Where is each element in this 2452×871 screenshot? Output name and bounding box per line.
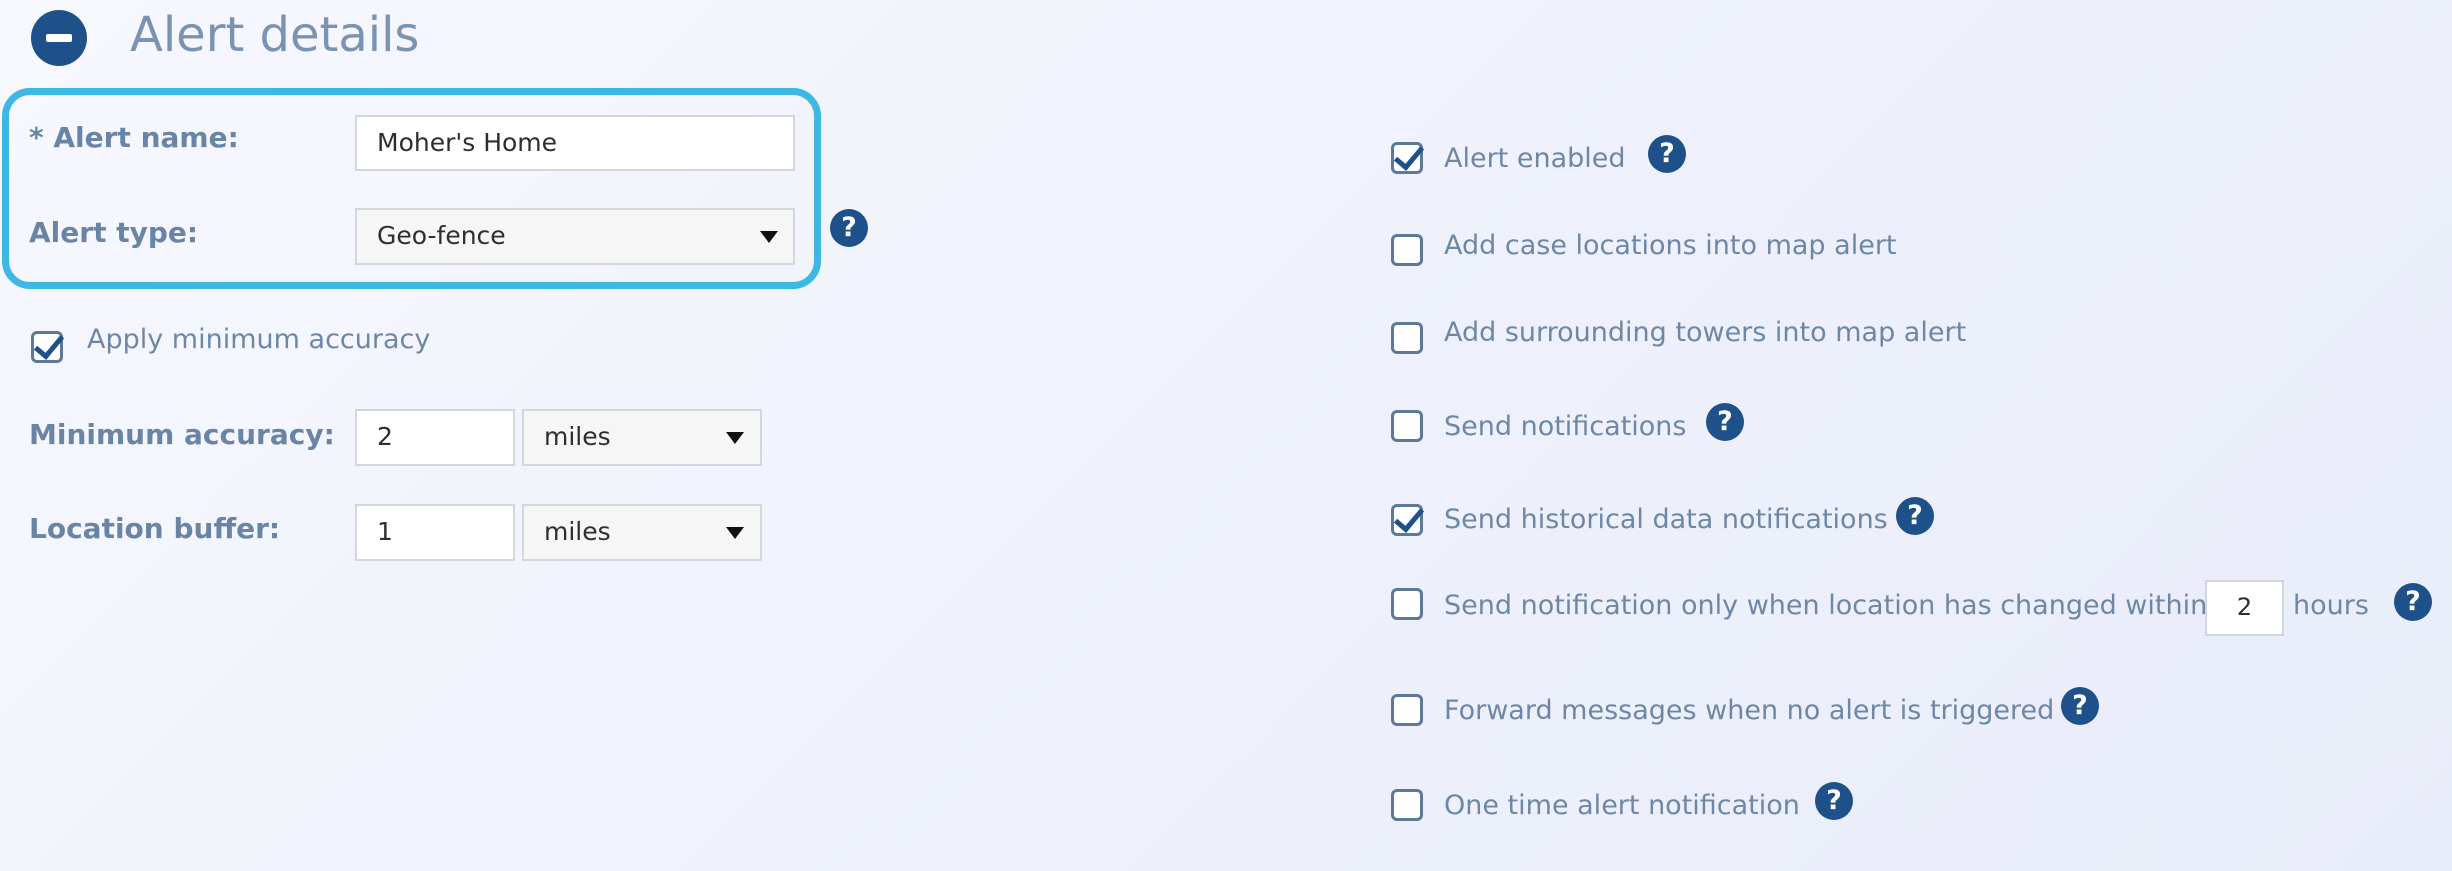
send-historical-notifications-label: Send historical data notifications [1444,504,1888,535]
forward-messages-label: Forward messages when no alert is trigge… [1444,695,2055,726]
location-buffer-unit-value: miles [544,517,611,546]
alert-enabled-checkbox[interactable] [1391,142,1423,174]
alert-name-label: * Alert name: [29,121,239,154]
min-accuracy-input[interactable]: 2 [355,409,515,466]
add-surrounding-towers-label: Add surrounding towers into map alert [1444,317,1967,348]
help-icon[interactable]: ? [2394,583,2432,621]
apply-min-accuracy-checkbox[interactable] [31,331,63,363]
location-changed-label: Send notification only when location has… [1444,590,2208,621]
apply-min-accuracy-label: Apply minimum accuracy [87,324,431,355]
min-accuracy-unit-value: miles [544,422,611,451]
send-historical-notifications-checkbox[interactable] [1391,504,1423,536]
chevron-down-icon [726,527,744,539]
alert-type-select[interactable]: Geo-fence [355,208,795,265]
alert-name-input[interactable]: Moher's Home [355,115,795,171]
send-notifications-label: Send notifications [1444,411,1687,442]
alert-enabled-label: Alert enabled [1444,143,1626,174]
location-changed-hours-input[interactable]: 2 [2205,580,2284,636]
forward-messages-checkbox[interactable] [1391,694,1423,726]
location-buffer-input[interactable]: 1 [355,504,515,561]
help-icon[interactable]: ? [1815,782,1853,820]
help-icon[interactable]: ? [1706,403,1744,441]
min-accuracy-unit-select[interactable]: miles [522,409,762,466]
help-icon[interactable]: ? [1648,135,1686,173]
location-buffer-label: Location buffer: [29,512,281,545]
help-icon[interactable]: ? [830,209,868,247]
location-buffer-unit-select[interactable]: miles [522,504,762,561]
add-case-locations-label: Add case locations into map alert [1444,230,1897,261]
min-accuracy-label: Minimum accuracy: [29,418,335,451]
chevron-down-icon [726,432,744,444]
page-title: Alert details [130,7,420,63]
hours-unit-label: hours [2293,590,2369,621]
help-icon[interactable]: ? [1896,497,1934,535]
one-time-notification-label: One time alert notification [1444,790,1800,821]
alert-type-label: Alert type: [29,216,199,249]
alert-type-value: Geo-fence [377,221,506,250]
help-icon[interactable]: ? [2061,687,2099,725]
collapse-minus-icon[interactable] [31,10,87,66]
send-notifications-checkbox[interactable] [1391,410,1423,442]
add-case-locations-checkbox[interactable] [1391,234,1423,266]
add-surrounding-towers-checkbox[interactable] [1391,322,1423,354]
chevron-down-icon [760,231,778,243]
location-changed-checkbox[interactable] [1391,588,1423,620]
one-time-notification-checkbox[interactable] [1391,789,1423,821]
